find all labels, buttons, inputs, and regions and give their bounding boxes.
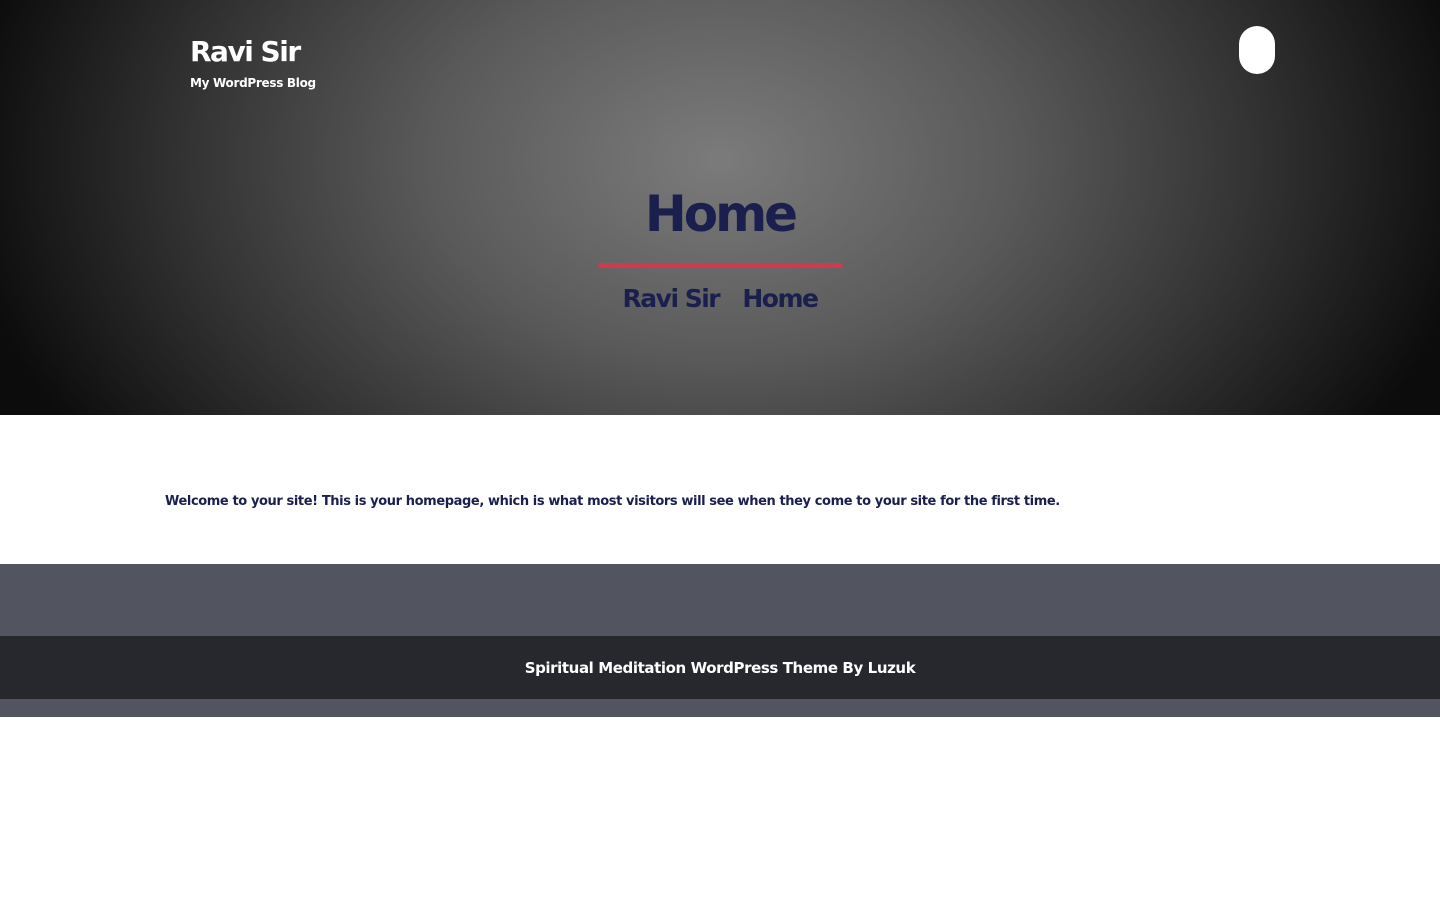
page-title: Home	[644, 185, 798, 243]
breadcrumb: Ravi Sir Home	[0, 284, 1440, 313]
page-header: Home	[0, 182, 1440, 268]
site-footer: Spiritual Meditation WordPress Theme By …	[0, 564, 1440, 717]
site-description: My WordPress Blog	[190, 76, 316, 90]
hero-header: Ravi Sir My WordPress Blog Home Ravi Sir…	[0, 0, 1440, 415]
main-content: Welcome to your site! This is your homep…	[0, 415, 1440, 564]
site-title-link[interactable]: Ravi Sir	[190, 34, 316, 70]
site-branding: Ravi Sir My WordPress Blog	[190, 34, 316, 90]
breadcrumb-item-current[interactable]: Home	[742, 284, 819, 313]
title-underline-divider	[598, 263, 843, 268]
breadcrumb-item-home-site[interactable]: Ravi Sir	[623, 284, 721, 313]
welcome-paragraph: Welcome to your site! This is your homep…	[165, 494, 1060, 509]
menu-toggle-button[interactable]	[1239, 26, 1275, 74]
footer-credit-text: Spiritual Meditation WordPress Theme By …	[524, 658, 916, 677]
footer-credit-bar: Spiritual Meditation WordPress Theme By …	[0, 636, 1440, 699]
